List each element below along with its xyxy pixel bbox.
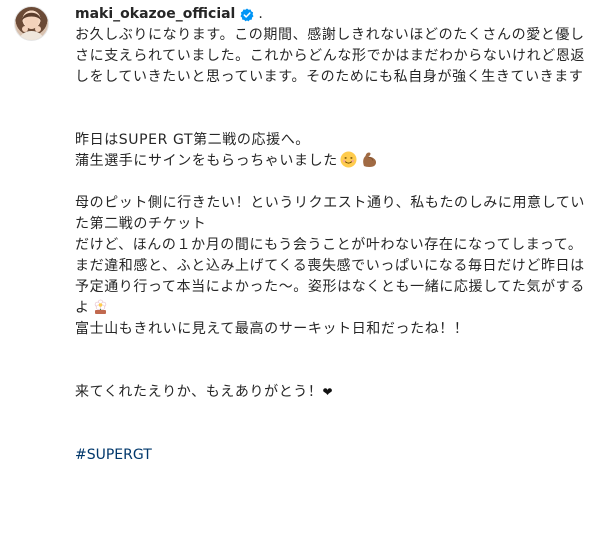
post-caption: maki_okazoe_official . お久しぶりになります。この期間、感… (75, 4, 595, 466)
caption-text: まだ違和感と、ふと込み上げてくる喪失感でいっぱいになる毎日だけど昨日は予定通り行… (75, 258, 585, 316)
hashtag-link[interactable]: #SUPERGT (75, 447, 152, 463)
caption-paragraph-3: 蒲生選手にサインをもらっちゃいました (75, 151, 595, 172)
separator-dot: . (258, 6, 264, 22)
heart-icon: ❤ (322, 385, 334, 399)
caption-paragraph-8: 来てくれたえりか、もえありがとう！❤ (75, 382, 595, 403)
avatar[interactable] (14, 6, 49, 41)
caption-paragraph-7: 富士山もきれいに見えて最高のサーキット日和だったね！！ (75, 321, 469, 337)
smiling-face-emoji-icon (340, 151, 357, 168)
caption-text: 蒲生選手にサインをもらっちゃいました (75, 153, 338, 169)
caption-paragraph-4: 母のピット側に行きたい！というリクエスト通り、私もたのしみに用意していた第二戦の… (75, 195, 586, 232)
caption-text: 来てくれたえりか、もえありがとう！ (75, 384, 323, 400)
caption-paragraph-6: まだ違和感と、ふと込み上げてくる喪失感でいっぱいになる毎日だけど昨日は予定通り行… (75, 256, 595, 319)
caption-paragraph-1: お久しぶりになります。この期間、感謝しきれないほどのたくさんの愛と優しさに支えら… (75, 27, 586, 85)
caption-paragraph-2: 昨日はSUPER GT第二戦の応援へ。 (75, 132, 310, 148)
blossom-emoji-icon (92, 298, 109, 315)
caption-header: maki_okazoe_official . (75, 4, 595, 25)
flexed-biceps-emoji-icon (361, 151, 378, 168)
hashtag-line: #SUPERGT (75, 445, 595, 466)
username-link[interactable]: maki_okazoe_official (75, 4, 235, 25)
caption-paragraph-5: だけど、ほんの１か月の間にもう会うことが叶わない存在になってしまって。 (75, 237, 583, 253)
verified-badge-icon (240, 8, 254, 22)
